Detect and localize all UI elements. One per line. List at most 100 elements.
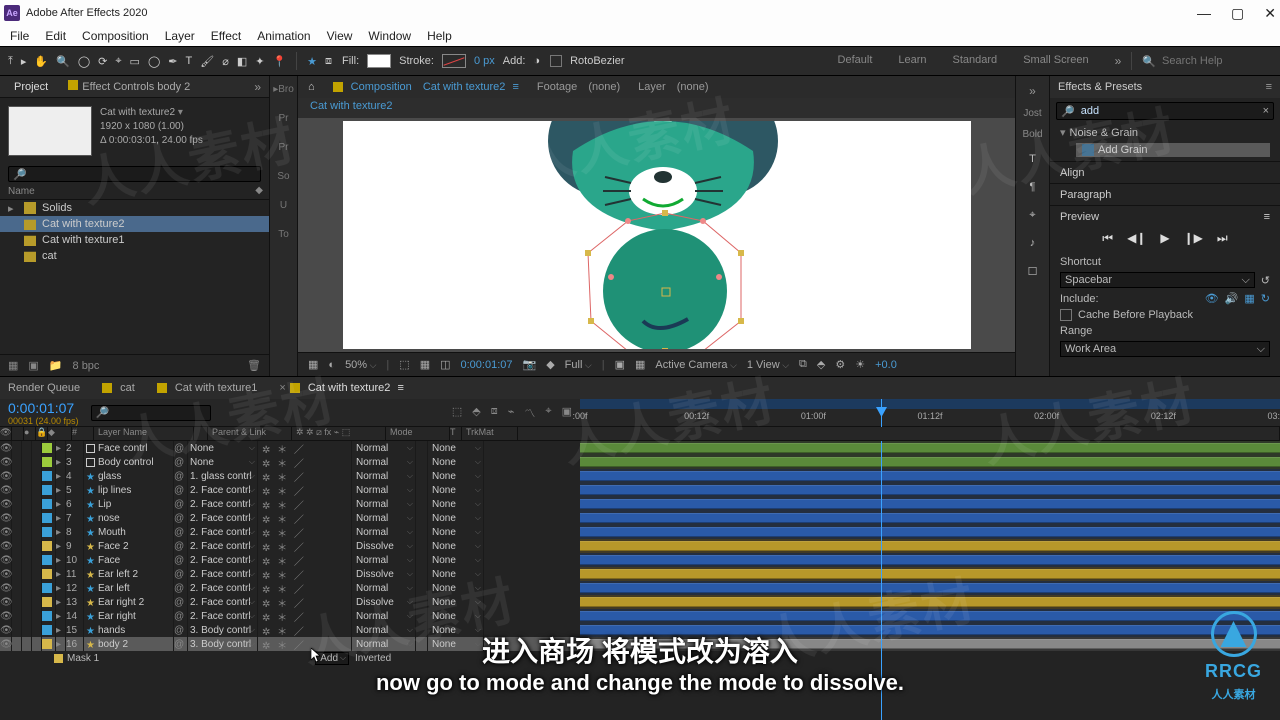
workspace-standard[interactable]: Standard — [953, 54, 998, 68]
parent-dropdown[interactable]: 2. Face contrl — [188, 595, 258, 609]
parent-dropdown[interactable]: 2. Face contrl — [188, 483, 258, 497]
col-video-icon[interactable]: 👁 — [0, 427, 12, 440]
align-title[interactable]: Align — [1060, 167, 1084, 179]
menu-animation[interactable]: Animation — [257, 29, 310, 43]
pickwhip-icon[interactable]: @ — [174, 637, 188, 651]
comp-region-icon[interactable]: ▣ — [615, 358, 625, 371]
twirl-icon[interactable]: ▸ — [56, 455, 66, 469]
twirl-icon[interactable]: ▸ — [56, 567, 66, 581]
effects-group[interactable]: ▾Noise & Grain — [1050, 124, 1280, 141]
right-collapse-icon[interactable]: » — [1029, 84, 1036, 98]
mask-row[interactable]: Mask 1AddInverted — [0, 651, 580, 665]
last-frame-button[interactable]: ⏭ — [1217, 231, 1228, 246]
layer-row[interactable]: 👁▸13★Ear right 2@2. Face contrl✲ ＊ ／Diss… — [0, 595, 580, 609]
close-button[interactable]: ✕ — [1264, 5, 1276, 22]
include-loop-icon[interactable]: ↻ — [1261, 292, 1270, 305]
pickwhip-icon[interactable]: @ — [174, 511, 188, 525]
twirl-icon[interactable]: ▸ — [56, 637, 66, 651]
pen-tool-icon[interactable]: ✒ — [168, 55, 177, 68]
parent-dropdown[interactable]: None — [188, 455, 258, 469]
menu-composition[interactable]: Composition — [82, 29, 149, 43]
comp-breadcrumb[interactable]: Cat with texture2 — [310, 100, 393, 112]
video-toggle[interactable]: 👁 — [0, 525, 12, 539]
tab-project[interactable]: Project — [8, 79, 54, 95]
video-toggle[interactable]: 👁 — [0, 469, 12, 483]
rotobezier-checkbox[interactable] — [550, 55, 562, 67]
blend-mode-dropdown[interactable]: Normal — [352, 553, 416, 567]
pickwhip-icon[interactable]: @ — [174, 609, 188, 623]
tab-render-queue[interactable]: Render Queue — [8, 382, 80, 394]
interpret-icon[interactable]: ▦ — [8, 359, 18, 372]
paragraph-title[interactable]: Paragraph — [1060, 189, 1111, 201]
eraser-tool-icon[interactable]: ◧ — [237, 55, 247, 68]
tl-shy-icon[interactable]: ⬚ — [452, 405, 462, 421]
tl-frame-blend-icon[interactable]: ⧈ — [491, 405, 498, 421]
trkmat-dropdown[interactable]: None — [428, 441, 484, 455]
parent-dropdown[interactable]: 2. Face contrl — [188, 553, 258, 567]
clone-tool-icon[interactable]: ⌀ — [222, 55, 229, 68]
video-toggle[interactable]: 👁 — [0, 511, 12, 525]
blend-mode-dropdown[interactable]: Normal — [352, 609, 416, 623]
twirl-icon[interactable]: ▸ — [56, 553, 66, 567]
brush-tool-icon[interactable]: 🖌 — [200, 55, 214, 68]
effects-presets-menu-icon[interactable]: ≡ — [1266, 81, 1272, 93]
twirl-icon[interactable]: ▸ — [56, 623, 66, 637]
pickwhip-icon[interactable]: @ — [174, 469, 188, 483]
comp-camera[interactable]: Active Camera — [655, 359, 736, 371]
trkmat-dropdown[interactable]: None — [428, 553, 484, 567]
rotate-tool-icon[interactable]: ⟳ — [98, 55, 107, 68]
project-item[interactable]: Cat with texture1 — [0, 232, 269, 248]
comp-timecode[interactable]: 0:00:01:07 — [461, 359, 513, 371]
collapsed-so[interactable]: So — [277, 171, 289, 182]
comp-canvas[interactable] — [343, 121, 971, 349]
collapsed-pr1[interactable]: Pr — [279, 113, 289, 124]
blend-mode-dropdown[interactable]: Normal — [352, 455, 416, 469]
new-comp-icon[interactable]: ▣ — [28, 359, 38, 372]
audio-panel-icon[interactable]: ♪ — [1024, 234, 1042, 252]
video-toggle[interactable]: 👁 — [0, 441, 12, 455]
comp-grid-icon[interactable]: ▦ — [420, 358, 430, 371]
pickwhip-icon[interactable]: @ — [174, 623, 188, 637]
tab-composition[interactable]: Composition Cat with texture2 ≡ — [333, 81, 519, 93]
home-icon[interactable]: ⤒ — [8, 55, 13, 68]
rect-tool-icon[interactable]: ▭ — [130, 55, 140, 68]
layer-row[interactable]: 👁▸8★Mouth@2. Face contrl✲ ＊ ／NormalNone — [0, 525, 580, 539]
blend-mode-dropdown[interactable]: Normal — [352, 469, 416, 483]
tab-timeline-cat1[interactable]: Cat with texture1 — [157, 382, 258, 394]
workspace-overflow-icon[interactable]: » — [1115, 54, 1122, 68]
layer-row[interactable]: 👁▸10★Face@2. Face contrl✲ ＊ ／NormalNone — [0, 553, 580, 567]
twirl-icon[interactable]: ▸ — [56, 595, 66, 609]
trash-icon[interactable]: 🗑 — [247, 359, 261, 372]
zoom-tool-icon[interactable]: 🔍 — [56, 55, 70, 68]
minimize-button[interactable]: — — [1197, 5, 1211, 22]
pickwhip-icon[interactable]: @ — [174, 539, 188, 553]
layer-row[interactable]: 👁▸6★Lip@2. Face contrl✲ ＊ ／NormalNone — [0, 497, 580, 511]
time-ruler[interactable]: :00f00:12f01:00f01:12f02:00f02:12f03:00f — [580, 399, 1280, 427]
layer-bars[interactable] — [580, 441, 1280, 720]
parent-dropdown[interactable]: 2. Face contrl — [188, 525, 258, 539]
comp-3d-icon[interactable]: ⧉ — [799, 358, 807, 371]
pickwhip-icon[interactable]: @ — [174, 455, 188, 469]
workspace-learn[interactable]: Learn — [898, 54, 926, 68]
video-toggle[interactable]: 👁 — [0, 497, 12, 511]
parent-dropdown[interactable]: 3. Body contrl — [188, 623, 258, 637]
twirl-icon[interactable]: ▸ — [56, 497, 66, 511]
twirl-icon[interactable]: ▸ — [56, 469, 66, 483]
project-item[interactable]: cat — [0, 248, 269, 264]
range-dropdown[interactable]: Work Area⌵ — [1060, 341, 1270, 357]
parent-dropdown[interactable]: 2. Face contrl — [188, 609, 258, 623]
video-toggle[interactable]: 👁 — [0, 553, 12, 567]
video-toggle[interactable]: 👁 — [0, 609, 12, 623]
anchor-tool-icon[interactable]: ⌖ — [115, 55, 121, 68]
trkmat-dropdown[interactable]: None — [428, 609, 484, 623]
blend-mode-dropdown[interactable]: Normal — [352, 511, 416, 525]
project-item[interactable]: Cat with texture2 — [0, 216, 269, 232]
shortcut-dropdown[interactable]: Spacebar⌵ — [1060, 272, 1255, 288]
tl-motion-blur-icon[interactable]: ⌁ — [508, 405, 515, 421]
mask-inverted-label[interactable]: Inverted — [355, 653, 391, 664]
trkmat-dropdown[interactable]: None — [428, 497, 484, 511]
pickwhip-icon[interactable]: @ — [174, 525, 188, 539]
col-solo-icon[interactable]: ● — [24, 427, 36, 440]
layer-row[interactable]: 👁▸12★Ear left@2. Face contrl✲ ＊ ／NormalN… — [0, 581, 580, 595]
tracker-panel-icon[interactable]: ⌖ — [1024, 206, 1042, 224]
